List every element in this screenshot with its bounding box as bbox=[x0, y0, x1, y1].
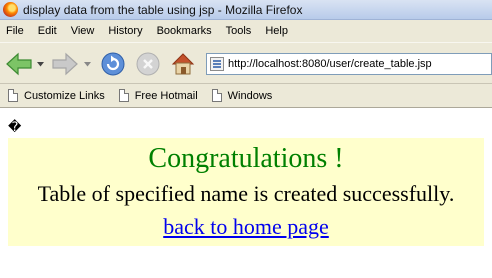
back-button[interactable] bbox=[4, 49, 34, 79]
menu-tools[interactable]: Tools bbox=[226, 25, 252, 37]
forward-button[interactable] bbox=[50, 49, 80, 79]
home-button[interactable] bbox=[168, 49, 198, 79]
window-title: display data from the table using jsp - … bbox=[23, 2, 303, 17]
menu-bookmarks[interactable]: Bookmarks bbox=[157, 25, 212, 37]
page-icon bbox=[8, 89, 18, 102]
page-favicon-icon bbox=[210, 57, 224, 71]
bookmark-label: Customize Links bbox=[24, 89, 105, 102]
home-icon bbox=[171, 53, 195, 75]
bookmark-label: Free Hotmail bbox=[134, 89, 198, 102]
stop-icon bbox=[136, 52, 160, 76]
menu-edit[interactable]: Edit bbox=[38, 25, 57, 37]
menu-file[interactable]: File bbox=[6, 25, 24, 37]
back-to-home-link[interactable]: back to home page bbox=[163, 214, 329, 239]
menu-view[interactable]: View bbox=[71, 25, 95, 37]
menu-help[interactable]: Help bbox=[265, 25, 288, 37]
bookmark-label: Windows bbox=[227, 89, 273, 102]
reload-button[interactable] bbox=[98, 49, 128, 79]
back-history-dropdown[interactable] bbox=[35, 59, 45, 69]
bookmark-free-hotmail[interactable]: Free Hotmail bbox=[118, 89, 198, 102]
menu-history[interactable]: History bbox=[108, 25, 142, 37]
page-heading: Congratulations ! bbox=[148, 143, 344, 174]
firefox-logo-icon bbox=[3, 2, 18, 17]
chevron-down-icon bbox=[83, 61, 91, 66]
page-icon bbox=[211, 89, 222, 102]
stop-button[interactable] bbox=[133, 49, 163, 79]
forward-history-dropdown[interactable] bbox=[82, 59, 92, 69]
navigation-toolbar: http://localhost:8080/user/create_table.… bbox=[0, 42, 492, 84]
success-panel: Congratulations ! Table of specified nam… bbox=[8, 138, 484, 246]
forward-arrow-icon bbox=[52, 52, 78, 76]
back-arrow-icon bbox=[6, 52, 32, 76]
menu-bar: File Edit View History Bookmarks Tools H… bbox=[0, 20, 492, 42]
address-url[interactable]: http://localhost:8080/user/create_table.… bbox=[228, 58, 432, 70]
chevron-down-icon bbox=[36, 61, 44, 66]
success-message: Table of specified name is created succe… bbox=[37, 181, 455, 206]
window-titlebar: display data from the table using jsp - … bbox=[0, 0, 492, 20]
address-bar[interactable]: http://localhost:8080/user/create_table.… bbox=[206, 53, 492, 75]
bookmarks-toolbar: Customize Links Free Hotmail Windows bbox=[0, 84, 492, 108]
bookmark-windows[interactable]: Windows bbox=[211, 89, 273, 102]
page-icon bbox=[118, 89, 129, 102]
reload-icon bbox=[101, 52, 125, 76]
bookmark-customize-links[interactable]: Customize Links bbox=[8, 89, 105, 102]
replacement-character: � bbox=[8, 120, 22, 135]
